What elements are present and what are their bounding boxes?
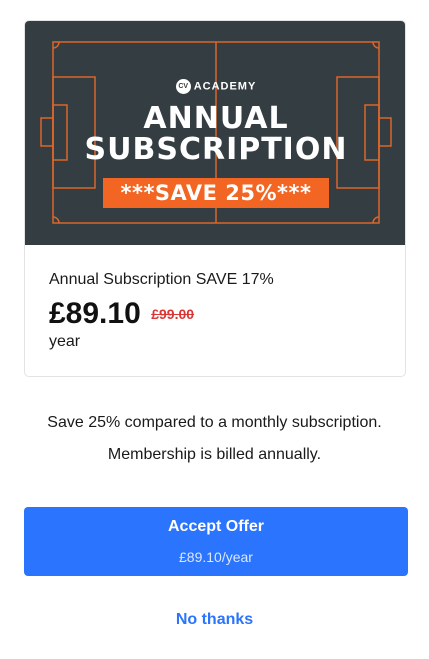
original-price: £99.00 [151,306,195,322]
product-title: Annual Subscription SAVE 17% [49,271,274,288]
banner-headline-line2: SUBSCRIPTION [84,132,348,167]
price-row: £89.10 £99.00 [49,297,194,331]
brand-name: ACADEMY [193,80,257,93]
offer-card: CV ACADEMY ANNUAL SUBSCRIPTION ***SAVE 25… [24,20,406,377]
brand-logo: CV ACADEMY [25,79,405,94]
accept-offer-label: Accept Offer [167,518,265,535]
cv-logo-icon: CV [175,79,191,94]
offer-description-line2: Membership is billed annually. [107,446,322,463]
banner-headline-line1: ANNUAL [143,101,289,136]
billing-period: year [49,333,81,350]
accept-offer-price: £89.10/year [179,549,253,565]
no-thanks-link[interactable]: No thanks [0,611,429,629]
offer-description-line1: Save 25% compared to a monthly subscript… [47,414,382,431]
promo-banner: CV ACADEMY ANNUAL SUBSCRIPTION ***SAVE 25… [25,21,405,245]
current-price: £89.10 [49,297,141,330]
accept-offer-button[interactable]: Accept Offer £89.10/year [24,507,408,576]
save-badge: ***SAVE 25%*** [103,178,329,208]
